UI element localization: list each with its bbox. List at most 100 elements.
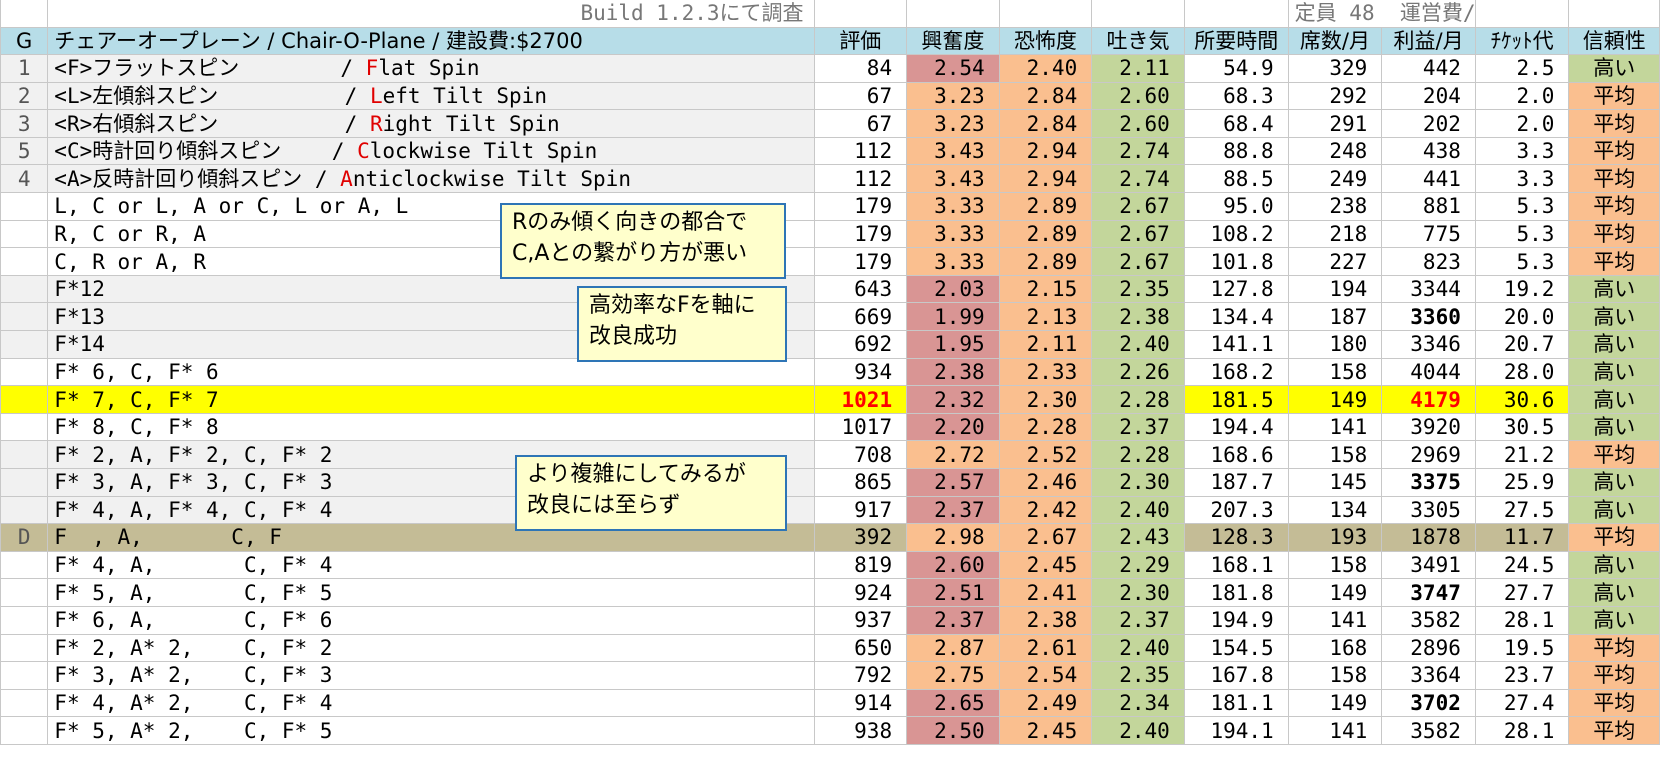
nausea-cell[interactable]: 2.30 xyxy=(1091,578,1185,607)
ticket-cell[interactable]: 20.7 xyxy=(1474,330,1570,359)
excitement-cell[interactable]: 2.87 xyxy=(906,633,1000,663)
ticket-cell[interactable]: 2.5 xyxy=(1474,54,1570,83)
rating-cell[interactable]: 1017 xyxy=(813,412,908,442)
intensity-cell[interactable]: 2.52 xyxy=(998,440,1093,469)
time-cell[interactable]: 167.8 xyxy=(1183,661,1289,690)
group-cell[interactable] xyxy=(0,192,49,221)
time-cell[interactable]: 95.0 xyxy=(1183,192,1289,221)
profit-cell[interactable]: 3920 xyxy=(1381,412,1476,442)
group-header[interactable]: G xyxy=(0,26,49,56)
pattern-name-cell[interactable]: <L>左傾斜スピン / Left Tilt Spin xyxy=(47,81,815,111)
ticket-cell[interactable]: 19.2 xyxy=(1474,274,1570,304)
group-cell[interactable]: 1 xyxy=(0,54,49,83)
intensity-cell[interactable]: 2.46 xyxy=(998,468,1093,497)
nausea-cell[interactable]: 2.35 xyxy=(1091,661,1185,690)
intensity-cell[interactable]: 2.94 xyxy=(998,164,1093,194)
group-cell[interactable] xyxy=(0,385,49,414)
rating-cell[interactable]: 708 xyxy=(813,440,908,469)
group-cell[interactable]: D xyxy=(0,523,49,552)
riders-cell[interactable]: 180 xyxy=(1287,330,1383,359)
profit-cell[interactable]: 4044 xyxy=(1381,357,1476,387)
time-cell[interactable]: 168.2 xyxy=(1183,357,1289,387)
group-cell[interactable] xyxy=(0,633,49,663)
nausea-cell[interactable]: 2.67 xyxy=(1091,192,1185,221)
time-cell[interactable]: 68.4 xyxy=(1183,109,1289,138)
col-time-header[interactable]: 所要時間 xyxy=(1183,26,1289,56)
group-cell[interactable] xyxy=(0,247,49,276)
excitement-cell[interactable]: 2.32 xyxy=(906,385,1000,414)
excitement-cell[interactable]: 1.95 xyxy=(906,330,1000,359)
nausea-cell[interactable]: 2.38 xyxy=(1091,302,1185,332)
reliability-cell[interactable]: 平均 xyxy=(1568,633,1660,663)
rating-cell[interactable]: 179 xyxy=(813,219,908,249)
rating-cell[interactable]: 914 xyxy=(813,688,908,718)
ticket-cell[interactable]: 3.3 xyxy=(1474,164,1570,194)
pattern-name-cell[interactable]: F* 6, C, F* 6 xyxy=(47,357,815,387)
ticket-cell[interactable]: 25.9 xyxy=(1474,468,1570,497)
rating-cell[interactable]: 179 xyxy=(813,247,908,276)
nausea-cell[interactable]: 2.28 xyxy=(1091,385,1185,414)
pattern-name-cell[interactable]: F* 2, A* 2, C, F* 2 xyxy=(47,633,815,663)
excitement-cell[interactable]: 3.33 xyxy=(906,192,1000,221)
profit-cell[interactable]: 4179 xyxy=(1381,385,1476,414)
group-cell[interactable] xyxy=(0,302,49,332)
time-cell[interactable]: 54.9 xyxy=(1183,54,1289,83)
time-cell[interactable]: 134.4 xyxy=(1183,302,1289,332)
reliability-cell[interactable]: 高い xyxy=(1568,302,1660,332)
excitement-cell[interactable]: 2.65 xyxy=(906,688,1000,718)
time-cell[interactable]: 128.3 xyxy=(1183,523,1289,552)
profit-cell[interactable]: 3582 xyxy=(1381,605,1476,635)
group-cell[interactable] xyxy=(0,688,49,718)
group-cell[interactable] xyxy=(0,495,49,525)
intensity-cell[interactable]: 2.45 xyxy=(998,550,1093,580)
col-intensity-header[interactable]: 恐怖度 xyxy=(998,26,1093,56)
intensity-cell[interactable]: 2.38 xyxy=(998,605,1093,635)
intensity-cell[interactable]: 2.40 xyxy=(998,54,1093,83)
nausea-cell[interactable]: 2.74 xyxy=(1091,136,1185,166)
rating-cell[interactable]: 67 xyxy=(813,81,908,111)
time-cell[interactable]: 181.5 xyxy=(1183,385,1289,414)
excitement-cell[interactable]: 2.50 xyxy=(906,716,1000,745)
intensity-cell[interactable]: 2.89 xyxy=(998,192,1093,221)
reliability-cell[interactable]: 平均 xyxy=(1568,661,1660,690)
ticket-cell[interactable]: 21.2 xyxy=(1474,440,1570,469)
reliability-cell[interactable]: 高い xyxy=(1568,412,1660,442)
group-cell[interactable] xyxy=(0,274,49,304)
profit-cell[interactable]: 3364 xyxy=(1381,661,1476,690)
reliability-cell[interactable]: 高い xyxy=(1568,54,1660,83)
rating-cell[interactable]: 112 xyxy=(813,136,908,166)
excitement-cell[interactable]: 3.43 xyxy=(906,164,1000,194)
riders-cell[interactable]: 141 xyxy=(1287,605,1383,635)
riders-cell[interactable]: 227 xyxy=(1287,247,1383,276)
intensity-cell[interactable]: 2.11 xyxy=(998,330,1093,359)
group-cell[interactable] xyxy=(0,412,49,442)
reliability-cell[interactable]: 高い xyxy=(1568,274,1660,304)
intensity-cell[interactable]: 2.41 xyxy=(998,578,1093,607)
group-cell[interactable] xyxy=(0,605,49,635)
excitement-cell[interactable]: 2.03 xyxy=(906,274,1000,304)
group-cell[interactable]: 2 xyxy=(0,81,49,111)
excitement-cell[interactable]: 2.72 xyxy=(906,440,1000,469)
intensity-cell[interactable]: 2.84 xyxy=(998,109,1093,138)
ticket-cell[interactable]: 23.7 xyxy=(1474,661,1570,690)
riders-cell[interactable]: 292 xyxy=(1287,81,1383,111)
group-cell[interactable] xyxy=(0,468,49,497)
ticket-cell[interactable]: 2.0 xyxy=(1474,81,1570,111)
ticket-cell[interactable]: 5.3 xyxy=(1474,247,1570,276)
profit-cell[interactable]: 3747 xyxy=(1381,578,1476,607)
ticket-cell[interactable]: 30.5 xyxy=(1474,412,1570,442)
rating-cell[interactable]: 819 xyxy=(813,550,908,580)
ticket-cell[interactable]: 19.5 xyxy=(1474,633,1570,663)
excitement-cell[interactable]: 2.60 xyxy=(906,550,1000,580)
time-cell[interactable]: 187.7 xyxy=(1183,468,1289,497)
riders-cell[interactable]: 193 xyxy=(1287,523,1383,552)
profit-cell[interactable]: 1878 xyxy=(1381,523,1476,552)
time-cell[interactable]: 88.8 xyxy=(1183,136,1289,166)
riders-cell[interactable]: 141 xyxy=(1287,412,1383,442)
profit-cell[interactable]: 881 xyxy=(1381,192,1476,221)
excitement-cell[interactable]: 2.37 xyxy=(906,495,1000,525)
ticket-cell[interactable]: 5.3 xyxy=(1474,192,1570,221)
riders-cell[interactable]: 194 xyxy=(1287,274,1383,304)
ticket-cell[interactable]: 28.0 xyxy=(1474,357,1570,387)
profit-cell[interactable]: 441 xyxy=(1381,164,1476,194)
